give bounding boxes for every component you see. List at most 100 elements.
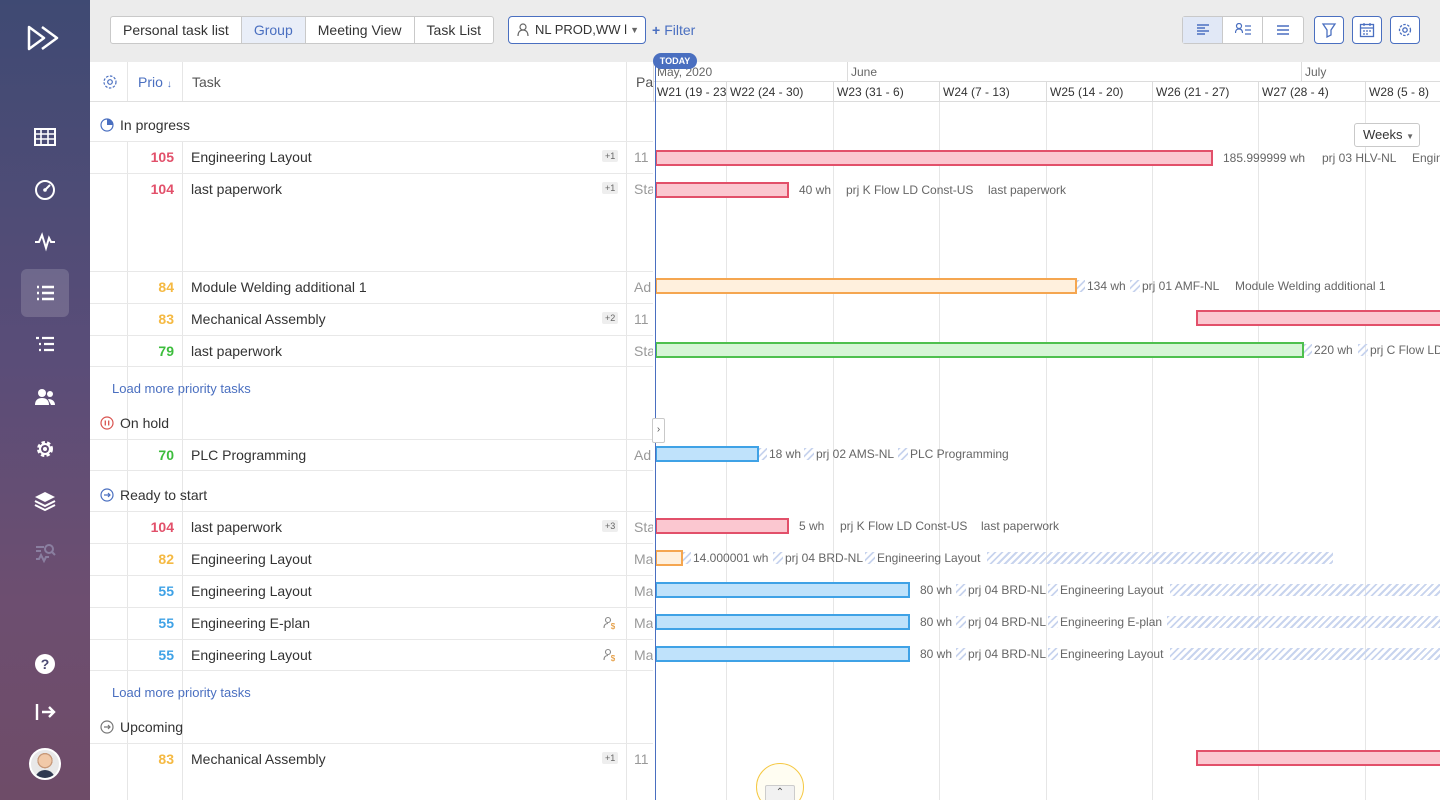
gantt-bar[interactable]	[655, 150, 1213, 166]
bar-task: Engineering E-plan	[1060, 615, 1163, 629]
table-row[interactable]: 55 Engineering Layout Ma	[90, 575, 653, 607]
gantt-view-button[interactable]	[1183, 17, 1223, 43]
task-name[interactable]: last paperwork	[191, 336, 282, 367]
nav-layers[interactable]	[21, 477, 69, 525]
table-row[interactable]: 104 last paperwork +3 Sta	[90, 511, 654, 543]
table-row[interactable]: 83 Mechanical Assembly +2 11	[90, 303, 653, 335]
app-logo-icon[interactable]	[27, 24, 63, 52]
table-row[interactable]: 104 last paperwork +1 Sta	[90, 173, 654, 271]
column-header-pa[interactable]: Pa	[636, 62, 653, 102]
prio-value: 82	[158, 551, 174, 567]
tab-group[interactable]: Group	[241, 17, 306, 43]
filter-button[interactable]: + Filter	[652, 16, 695, 44]
user-cost-icon[interactable]: $	[603, 616, 617, 630]
nav-task-list[interactable]	[21, 269, 69, 317]
svg-text:$: $	[611, 622, 616, 630]
group-in-progress[interactable]: In progress	[100, 115, 190, 135]
load-more-link[interactable]: Load more priority tasks	[112, 381, 251, 396]
pa-cell: Ma	[634, 647, 654, 663]
table-row[interactable]: 83 Mechanical Assembly +1 11	[90, 743, 653, 775]
bar-task: last paperwork	[988, 183, 1067, 197]
gantt-bar[interactable]	[1196, 750, 1440, 766]
nav-settings[interactable]	[21, 425, 69, 473]
bar-project: prj 02 AMS-NL	[816, 447, 895, 461]
zoom-value: Weeks	[1363, 127, 1403, 142]
group-label-text: In progress	[120, 117, 191, 133]
arrow-circle-icon	[100, 720, 114, 734]
nav-help[interactable]: ?	[21, 640, 69, 688]
group-on-hold[interactable]: On hold	[100, 413, 169, 433]
tab-personal-task-list[interactable]: Personal task list	[111, 17, 242, 43]
count-badge: +1	[602, 150, 619, 162]
gantt-bar[interactable]	[1196, 310, 1440, 326]
column-header-task[interactable]: Task	[192, 62, 221, 102]
group-ready-to-start[interactable]: Ready to start	[100, 485, 207, 505]
table-row[interactable]: 55 Engineering Layout $ Ma	[90, 639, 653, 671]
nav-dashboard[interactable]	[21, 113, 69, 161]
prio-value: 55	[158, 615, 174, 631]
nav-overview[interactable]	[21, 165, 69, 213]
panel-collapse-handle[interactable]: ›	[652, 418, 665, 443]
column-settings-icon[interactable]	[102, 74, 118, 90]
gantt-bar[interactable]	[655, 550, 683, 566]
gantt-bar[interactable]	[655, 518, 789, 534]
task-name[interactable]: Engineering Layout	[191, 142, 312, 173]
bar-project: prj 04 BRD-NL	[968, 647, 1047, 661]
group-upcoming[interactable]: Upcoming	[100, 717, 183, 737]
nav-analytics[interactable]	[21, 529, 69, 577]
hamburger-icon	[1277, 25, 1289, 35]
filter-funnel-button[interactable]	[1314, 16, 1344, 44]
nav-users[interactable]	[21, 373, 69, 421]
gantt-bar[interactable]	[655, 646, 910, 662]
task-name[interactable]: Mechanical Assembly	[191, 744, 326, 775]
bar-hours: 185.999999 wh	[1223, 151, 1306, 165]
gantt-bar[interactable]	[655, 182, 789, 198]
assignee-view-button[interactable]	[1223, 17, 1263, 43]
task-name[interactable]: last paperwork	[191, 174, 282, 205]
nav-activity[interactable]	[21, 217, 69, 265]
gantt-bar[interactable]	[655, 614, 910, 630]
tab-meeting-view[interactable]: Meeting View	[306, 17, 415, 43]
task-name[interactable]: PLC Programming	[191, 440, 306, 471]
chevron-up-icon: ⌃	[775, 787, 785, 798]
pa-cell: Ad	[634, 279, 652, 295]
bar-hours: 80 wh	[920, 647, 953, 661]
sidebar: ?	[0, 0, 90, 800]
gantt-bar[interactable]	[655, 582, 910, 598]
task-name[interactable]: Module Welding additional 1	[191, 272, 367, 303]
prio-value: 70	[158, 447, 174, 463]
bar-task: Engin	[1412, 151, 1440, 165]
pa-cell: Sta	[634, 343, 654, 359]
load-more-link[interactable]: Load more priority tasks	[112, 685, 251, 700]
task-name[interactable]: Engineering Layout	[191, 640, 312, 671]
tab-task-list[interactable]: Task List	[415, 17, 493, 43]
task-name[interactable]: Engineering Layout	[191, 544, 312, 575]
list-view-button[interactable]	[1263, 17, 1303, 43]
task-name[interactable]: Engineering Layout	[191, 576, 312, 607]
avatar[interactable]	[29, 748, 61, 780]
user-cost-icon[interactable]: $	[603, 648, 617, 662]
table-row[interactable]: 70 PLC Programming Ad	[90, 439, 653, 471]
view-settings-button[interactable]	[1390, 16, 1420, 44]
gantt-bar[interactable]	[655, 446, 759, 462]
prio-value: 84	[158, 279, 174, 295]
group-select[interactable]: NL PROD,WW l ▼	[508, 16, 646, 44]
table-row[interactable]: 79 last paperwork Sta	[90, 335, 654, 367]
gear-icon	[1398, 23, 1412, 37]
nav-logout[interactable]	[21, 688, 69, 736]
task-name[interactable]: last paperwork	[191, 512, 282, 543]
column-header-prio[interactable]: Prio ↓	[138, 62, 172, 102]
zoom-select[interactable]: Weeks ▼	[1354, 123, 1420, 147]
gantt-bar[interactable]	[655, 278, 1077, 294]
gantt-bar[interactable]	[655, 342, 1304, 358]
scroll-up-button[interactable]: ⌃	[765, 785, 795, 800]
toolbar: Personal task list Group Meeting View Ta…	[90, 0, 1440, 62]
table-row[interactable]: 55 Engineering E-plan $ Ma	[90, 607, 653, 639]
task-name[interactable]: Mechanical Assembly	[191, 304, 326, 335]
nav-hierarchy[interactable]	[21, 321, 69, 369]
task-name[interactable]: Engineering E-plan	[191, 608, 310, 639]
table-row[interactable]: 82 Engineering Layout Ma	[90, 543, 653, 575]
table-row[interactable]: 105 Engineering Layout +1 11	[90, 141, 653, 173]
table-row[interactable]: 84 Module Welding additional 1 Ad	[90, 271, 653, 303]
calendar-button[interactable]	[1352, 16, 1382, 44]
